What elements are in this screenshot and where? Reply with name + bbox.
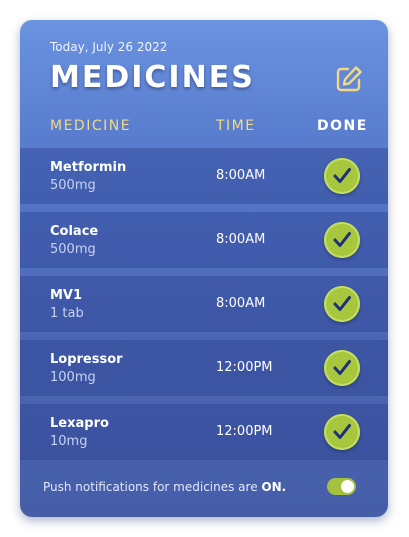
medicine-name: Lexapro [50,416,109,431]
medicine-row: Colace 500mg 8:00AM [20,212,388,268]
check-icon [333,424,351,439]
medicine-name: MV1 [50,288,83,303]
check-icon [333,168,351,183]
medicine-name: Lopressor [50,352,123,367]
toggle-knob [341,480,354,493]
medicine-row: Lexapro 10mg 12:00PM [20,404,388,460]
medicine-row: Lopressor 100mg 12:00PM [20,340,388,396]
notifications-toggle[interactable] [327,478,356,495]
medicine-time: 8:00AM [216,232,266,247]
check-icon [333,232,351,247]
medicine-time: 8:00AM [216,296,266,311]
medicine-dose: 500mg [50,178,96,193]
column-header-done: DONE [317,118,368,134]
notification-state: ON. [261,480,287,494]
column-header-medicine: MEDICINE [50,118,132,134]
check-icon [333,360,351,375]
medicines-card: Today, July 26 2022 MEDICINES MEDICINE T… [20,20,388,517]
medicine-name: Colace [50,224,99,239]
done-checkbox[interactable] [324,414,360,450]
date-label: Today, July 26 2022 [50,40,168,54]
medicine-time: 12:00PM [216,424,273,439]
done-checkbox[interactable] [324,350,360,386]
edit-icon [336,66,362,92]
medicine-dose: 1 tab [50,306,84,321]
medicine-dose: 500mg [50,242,96,257]
medicine-dose: 10mg [50,434,88,449]
column-header-time: TIME [216,118,256,134]
done-checkbox[interactable] [324,286,360,322]
check-icon [333,296,351,311]
medicine-time: 12:00PM [216,360,273,375]
notification-label: Push notifications for medicines are [43,480,258,494]
notification-status-text: Push notifications for medicines are ON. [43,480,286,494]
page-title: MEDICINES [50,60,255,95]
edit-button[interactable] [334,64,364,94]
done-checkbox[interactable] [324,158,360,194]
medicine-name: Metformin [50,160,127,175]
done-checkbox[interactable] [324,222,360,258]
medicine-dose: 100mg [50,370,96,385]
medicine-time: 8:00AM [216,168,266,183]
medicine-row: Metformin 500mg 8:00AM [20,148,388,204]
medicine-row: MV1 1 tab 8:00AM [20,276,388,332]
